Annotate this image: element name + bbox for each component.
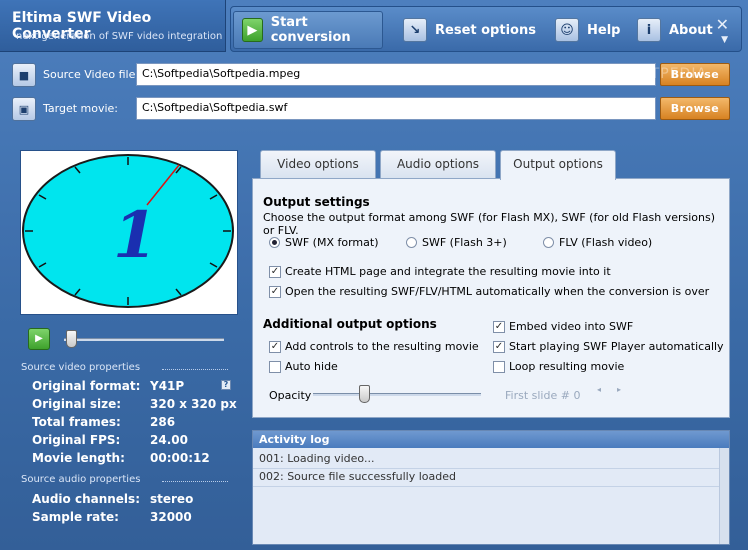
brand-panel: Eltima SWF Video Converter next generati… <box>0 0 226 52</box>
save-disk-icon: ▣ <box>12 97 36 121</box>
user-help-icon: ☺ <box>555 18 579 42</box>
prop-value: 24.00 <box>150 433 188 447</box>
activity-log: Activity log 001: Loading video... 002: … <box>252 430 730 545</box>
prop-value: 286 <box>150 415 176 429</box>
output-settings-description: Choose the output format among SWF (for … <box>263 211 715 237</box>
radio-swf-mx[interactable] <box>269 237 280 248</box>
help-question-icon[interactable]: ? <box>221 380 231 390</box>
video-camera-icon: ■ <box>12 63 36 87</box>
app-subtitle: next generation of SWF video integration <box>16 31 223 42</box>
toolbar: ▶ Start conversion ↘ Reset options ☺ Hel… <box>230 6 742 52</box>
close-icon[interactable]: ✕ <box>716 15 729 34</box>
seek-slider-thumb[interactable] <box>66 330 77 348</box>
target-file-row: ▣ Target movie: C:\Softpedia\Softpedia.s… <box>12 96 736 122</box>
checkbox-add-controls-label: Add controls to the resulting movie <box>285 340 479 353</box>
prop-value: 32000 <box>150 510 192 524</box>
seek-bar: ▶ <box>28 328 228 350</box>
first-slide-label: First slide # 0 <box>505 389 581 402</box>
log-line: 001: Loading video... <box>259 452 375 465</box>
start-conversion-button[interactable]: ▶ Start conversion <box>233 11 383 49</box>
play-button[interactable]: ▶ <box>28 328 50 350</box>
checkbox-autoplay-label: Start playing SWF Player automatically <box>509 340 724 353</box>
prop-label: Original size: <box>32 397 122 411</box>
audio-props-title: Source audio properties <box>21 474 141 485</box>
reset-arrow-icon: ↘ <box>403 18 427 42</box>
checkbox-loop-label: Loop resulting movie <box>509 360 625 373</box>
help-label: Help <box>587 22 621 38</box>
play-icon: ▶ <box>242 18 263 42</box>
prop-value: Y41P <box>150 379 185 393</box>
tab-audio-options[interactable]: Audio options <box>380 150 496 178</box>
prop-value: 320 x 320 px <box>150 397 237 411</box>
source-file-input[interactable]: C:\Softpedia\Softpedia.mpeg <box>136 63 656 86</box>
reset-options-label: Reset options <box>435 22 536 38</box>
prop-label: Original format: <box>32 379 141 393</box>
video-props-title: Source video properties <box>21 362 141 373</box>
checkbox-open-result-label: Open the resulting SWF/FLV/HTML automati… <box>285 285 710 298</box>
prop-value: stereo <box>150 492 194 506</box>
divider <box>253 468 729 469</box>
reset-options-button[interactable]: ↘ Reset options <box>395 11 544 49</box>
additional-options-heading: Additional output options <box>263 317 437 331</box>
checkbox-add-controls[interactable]: ✓ <box>269 341 281 353</box>
target-file-label: Target movie: <box>43 102 119 115</box>
target-file-input[interactable]: C:\Softpedia\Softpedia.swf <box>136 97 656 120</box>
checkbox-create-html-label: Create HTML page and integrate the resul… <box>285 265 611 278</box>
info-icon: i <box>637 18 661 42</box>
source-file-label: Source Video file: <box>43 68 140 81</box>
output-options-panel: Output settings Choose the output format… <box>252 178 730 418</box>
help-button[interactable]: ☺ Help <box>547 11 628 49</box>
output-settings-heading: Output settings <box>263 195 370 209</box>
prop-value: 00:00:12 <box>150 451 210 465</box>
radio-swf-mx-label: SWF (MX format) <box>285 236 379 249</box>
about-button[interactable]: i About <box>629 11 721 49</box>
prop-label: Original FPS: <box>32 433 121 447</box>
prop-label: Sample rate: <box>32 510 119 524</box>
start-conversion-label: Start conversion <box>270 15 351 45</box>
tab-output-options[interactable]: Output options <box>500 150 616 180</box>
divider <box>162 481 228 482</box>
divider <box>253 486 729 487</box>
checkbox-create-html[interactable]: ✓ <box>269 266 281 278</box>
checkbox-open-result[interactable]: ✓ <box>269 286 281 298</box>
log-line: 002: Source file successfully loaded <box>259 470 456 483</box>
radio-flv-label: FLV (Flash video) <box>559 236 653 249</box>
radio-swf-flash3[interactable] <box>406 237 417 248</box>
target-browse-button[interactable]: Browse <box>660 97 730 120</box>
opacity-slider-track[interactable] <box>313 393 481 396</box>
checkbox-loop[interactable] <box>493 361 505 373</box>
opacity-label: Opacity <box>269 389 312 402</box>
watermark: SOFTPEDIA <box>620 66 708 82</box>
spinner-left-icon[interactable]: ◂ <box>597 385 601 394</box>
chevron-down-icon[interactable]: ▼ <box>721 35 728 45</box>
video-preview: 1 <box>20 150 238 315</box>
radio-swf-flash3-label: SWF (Flash 3+) <box>422 236 507 249</box>
prop-label: Total frames: <box>32 415 121 429</box>
checkbox-autoplay[interactable]: ✓ <box>493 341 505 353</box>
checkbox-embed-video-label: Embed video into SWF <box>509 320 634 333</box>
checkbox-auto-hide[interactable] <box>269 361 281 373</box>
checkbox-embed-video[interactable]: ✓ <box>493 321 505 333</box>
spinner-right-icon[interactable]: ▸ <box>617 385 621 394</box>
app-window: Eltima SWF Video Converter next generati… <box>0 0 748 550</box>
activity-log-title: Activity log <box>253 431 729 448</box>
clock-digit: 1 <box>113 198 158 273</box>
divider <box>162 369 228 370</box>
log-scrollbar[interactable] <box>719 448 729 544</box>
opacity-slider-thumb[interactable] <box>359 385 371 403</box>
tab-video-options[interactable]: Video options <box>260 150 376 178</box>
radio-flv[interactable] <box>543 237 554 248</box>
clock-frame-image: 1 <box>22 154 234 308</box>
prop-label: Audio channels: <box>32 492 140 506</box>
seek-track[interactable] <box>64 338 224 341</box>
prop-label: Movie length: <box>32 451 125 465</box>
about-label: About <box>669 22 713 38</box>
checkbox-auto-hide-label: Auto hide <box>285 360 338 373</box>
